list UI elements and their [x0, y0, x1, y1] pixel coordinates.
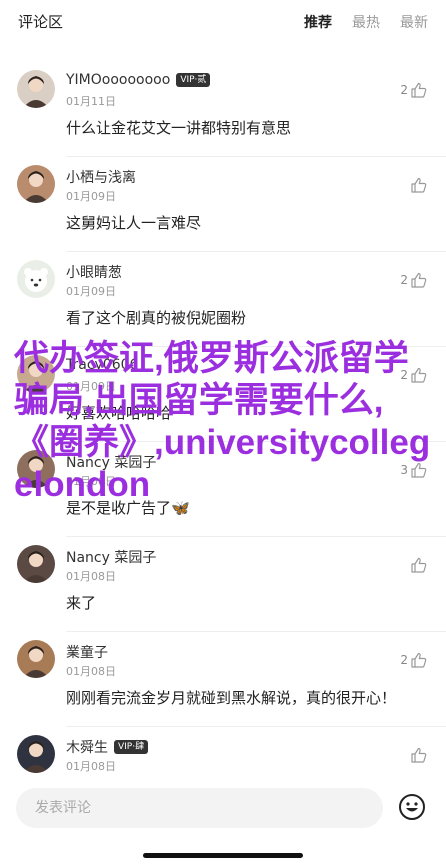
comment-input-bar: 发表评论	[0, 780, 446, 838]
comment-author-row: Tracy0606	[66, 357, 138, 373]
comment-text: 刚刚看完流金岁月就碰到黑水解说，真的很开心！	[66, 689, 397, 707]
avatar[interactable]	[17, 640, 55, 678]
tab-hottest[interactable]: 最热	[352, 12, 380, 32]
comment-text: 好喜欢哈哈哈哈	[66, 404, 172, 422]
like-button[interactable]	[408, 556, 428, 574]
thumbs-up-icon	[411, 462, 427, 478]
thumbs-up-icon	[411, 652, 427, 668]
like-button[interactable]: 2	[400, 651, 428, 669]
comment-date: 01月08日	[66, 665, 116, 678]
comment-item[interactable]: 業童子 01月08日刚刚看完流金岁月就碰到黑水解说，真的很开心！ 2	[0, 632, 446, 727]
comment-author[interactable]: 業童子	[66, 642, 108, 662]
avatar[interactable]	[17, 545, 55, 583]
comment-text: 来了	[66, 594, 97, 612]
tab-newest[interactable]: 最新	[400, 12, 428, 32]
comment-author-row: 木舜生 VIP·肆	[66, 737, 149, 757]
comment-date: 01月08日	[66, 570, 116, 583]
like-count: 3	[400, 463, 408, 477]
thumbs-up-icon	[411, 557, 427, 573]
comment-author-row: 業童子	[66, 642, 108, 662]
comment-author[interactable]: 木舜生	[66, 737, 108, 757]
avatar[interactable]	[17, 735, 55, 773]
thumbs-up-icon	[411, 82, 427, 98]
like-count: 2	[400, 368, 408, 382]
thumbs-up-icon	[411, 367, 427, 383]
comment-author[interactable]: YIMOoooooooo	[66, 72, 170, 88]
comment-author-row: 小眼睛葱	[66, 262, 122, 282]
like-button[interactable]	[408, 746, 428, 764]
comment-author[interactable]: Nancy 菜园子	[66, 452, 156, 472]
comment-author[interactable]: Tracy0606	[66, 357, 138, 373]
emoji-icon[interactable]	[398, 793, 426, 821]
comment-input[interactable]: 发表评论	[16, 788, 383, 828]
vip-badge: VIP·贰	[176, 73, 211, 87]
like-count: 2	[400, 653, 408, 667]
page-title: 评论区	[18, 13, 64, 31]
tab-recommended[interactable]: 推荐	[304, 12, 332, 32]
like-button[interactable]: 3	[400, 461, 428, 479]
home-indicator	[143, 853, 303, 858]
comment-item[interactable]: Tracy0606 01月09日好喜欢哈哈哈哈 2	[0, 347, 446, 442]
comment-text: 什么让金花艾文一讲都特别有意思	[66, 119, 292, 137]
comment-date: 01月11日	[66, 95, 116, 108]
avatar[interactable]	[17, 70, 55, 108]
comment-author-row: Nancy 菜园子	[66, 452, 156, 472]
comment-list: YIMOoooooooo VIP·贰 01月11日 什么让金花艾文一讲都特别有意思 2 小…	[0, 62, 446, 822]
comment-text: 是不是收广告了🦋	[66, 499, 190, 517]
comment-author[interactable]: Nancy 菜园子	[66, 547, 156, 567]
comment-date: 01月09日	[66, 380, 116, 393]
comment-date: 01月09日	[66, 190, 116, 203]
comment-date: 01月08日	[66, 760, 116, 773]
comment-item[interactable]: Nancy 菜园子 01月08日来了	[0, 537, 446, 632]
avatar[interactable]	[17, 260, 55, 298]
like-button[interactable]: 2	[400, 366, 428, 384]
comment-item[interactable]: 小眼睛葱 01月09日看了这个剧真的被倪妮圈粉 2	[0, 252, 446, 347]
comment-author-row: YIMOoooooooo VIP·贰	[66, 72, 211, 88]
like-button[interactable]: 2	[400, 271, 428, 289]
like-button[interactable]: 2	[400, 81, 428, 99]
sort-tabs: 推荐 最热 最新	[304, 12, 428, 32]
comment-item[interactable]: YIMOoooooooo VIP·贰 01月11日什么让金花艾文一讲都特别有意思 2	[0, 62, 446, 157]
thumbs-up-icon	[411, 747, 427, 763]
avatar[interactable]	[17, 355, 55, 393]
avatar[interactable]	[17, 450, 55, 488]
like-count: 2	[400, 83, 408, 97]
comment-text: 这舅妈让人一言难尽	[66, 214, 202, 232]
like-count: 2	[400, 273, 408, 287]
avatar[interactable]	[17, 165, 55, 203]
vip-badge: VIP·肆	[114, 740, 149, 754]
comment-author[interactable]: 小栖与浅离	[66, 167, 136, 187]
comment-item[interactable]: Nancy 菜园子 01月08日是不是收广告了🦋 3	[0, 442, 446, 537]
comment-author-row: Nancy 菜园子	[66, 547, 156, 567]
comment-author-row: 小栖与浅离	[66, 167, 136, 187]
comment-header: 评论区 推荐 最热 最新	[0, 0, 446, 44]
thumbs-up-icon	[411, 272, 427, 288]
comment-date: 01月08日	[66, 475, 116, 488]
thumbs-up-icon	[411, 177, 427, 193]
like-button[interactable]	[408, 176, 428, 194]
comment-date: 01月09日	[66, 285, 116, 298]
comment-text: 看了这个剧真的被倪妮圈粉	[66, 309, 247, 327]
comment-author[interactable]: 小眼睛葱	[66, 262, 122, 282]
comment-item[interactable]: 小栖与浅离 01月09日这舅妈让人一言难尽	[0, 157, 446, 252]
